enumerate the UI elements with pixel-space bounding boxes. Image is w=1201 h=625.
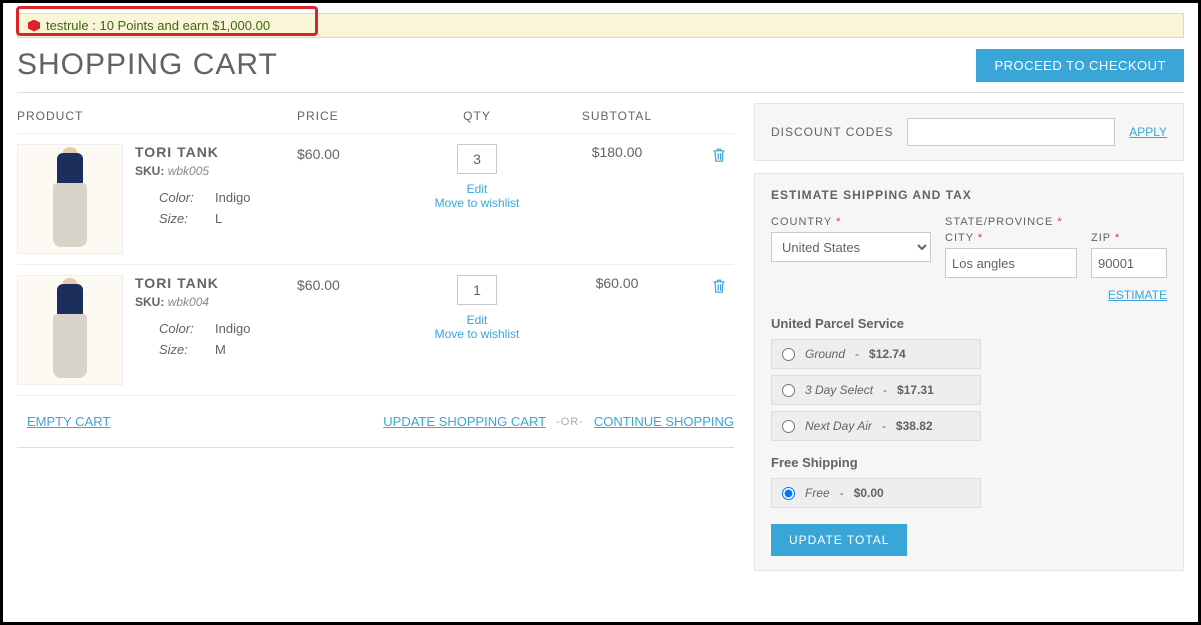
update-cart-link[interactable]: UPDATE SHOPPING CART xyxy=(383,414,546,429)
item-subtotal: $60.00 xyxy=(547,275,687,291)
divider xyxy=(17,92,1184,93)
col-product: PRODUCT xyxy=(17,109,297,123)
sku-label: SKU: xyxy=(135,164,164,178)
ship-option[interactable]: Ground - $12.74 xyxy=(771,339,981,369)
shipping-title: ESTIMATE SHIPPING AND TAX xyxy=(771,188,1167,202)
cart-actions-bar: EMPTY CART UPDATE SHOPPING CART -OR- CON… xyxy=(17,396,734,448)
city-label: CITY xyxy=(945,232,974,244)
shipping-panel: ESTIMATE SHIPPING AND TAX COUNTRY * Unit… xyxy=(754,173,1184,571)
edit-link[interactable]: Edit xyxy=(467,182,488,196)
apply-discount-link[interactable]: APPLY xyxy=(1129,125,1167,139)
size-label: Size: xyxy=(159,211,205,226)
product-image[interactable] xyxy=(17,144,123,254)
ship-radio[interactable] xyxy=(782,384,795,397)
color-label: Color: xyxy=(159,190,205,205)
move-wishlist-link[interactable]: Move to wishlist xyxy=(435,327,520,341)
edit-link[interactable]: Edit xyxy=(467,313,488,327)
proceed-checkout-button[interactable]: PROCEED TO CHECKOUT xyxy=(976,49,1184,82)
qty-input[interactable] xyxy=(457,144,497,174)
size-value: L xyxy=(215,211,222,226)
move-wishlist-link[interactable]: Move to wishlist xyxy=(435,196,520,210)
item-price: $60.00 xyxy=(297,275,407,293)
state-label: STATE/PROVINCE xyxy=(945,216,1053,228)
ship-group-title: United Parcel Service xyxy=(771,316,1167,331)
discount-input[interactable] xyxy=(907,118,1115,146)
page-title: SHOPPING CART xyxy=(17,48,278,82)
col-subtotal: SUBTOTAL xyxy=(547,109,687,123)
ship-option[interactable]: 3 Day Select - $17.31 xyxy=(771,375,981,405)
estimate-link[interactable]: ESTIMATE xyxy=(1108,288,1167,302)
trash-icon[interactable] xyxy=(711,277,727,295)
sku-value: wbk005 xyxy=(168,164,209,178)
color-value: Indigo xyxy=(215,321,250,336)
col-price: PRICE xyxy=(297,109,407,123)
zip-input[interactable] xyxy=(1091,248,1167,278)
country-label: COUNTRY xyxy=(771,216,832,228)
discount-label: DISCOUNT CODES xyxy=(771,125,893,139)
size-label: Size: xyxy=(159,342,205,357)
zip-label: ZIP xyxy=(1091,232,1111,244)
country-select[interactable]: United States xyxy=(771,232,931,262)
item-subtotal: $180.00 xyxy=(547,144,687,160)
product-name[interactable]: TORI TANK xyxy=(135,144,250,160)
qty-input[interactable] xyxy=(457,275,497,305)
color-value: Indigo xyxy=(215,190,250,205)
cart-item-row: TORI TANK SKU: wbk005 Color: Indigo Size… xyxy=(17,134,734,265)
continue-shopping-link[interactable]: CONTINUE SHOPPING xyxy=(594,414,734,429)
ship-radio[interactable] xyxy=(782,420,795,433)
ship-option[interactable]: Next Day Air - $38.82 xyxy=(771,411,981,441)
product-name[interactable]: TORI TANK xyxy=(135,275,250,291)
or-text: -OR- xyxy=(556,416,584,428)
ship-radio[interactable] xyxy=(782,487,795,500)
city-input[interactable] xyxy=(945,248,1077,278)
sku-label: SKU: xyxy=(135,295,164,309)
color-label: Color: xyxy=(159,321,205,336)
cart-header-row: PRODUCT PRICE QTY SUBTOTAL xyxy=(17,103,734,134)
size-value: M xyxy=(215,342,226,357)
update-total-button[interactable]: UPDATE TOTAL xyxy=(771,524,907,556)
product-image[interactable] xyxy=(17,275,123,385)
ship-option[interactable]: Free - $0.00 xyxy=(771,478,981,508)
empty-cart-link[interactable]: EMPTY CART xyxy=(27,414,110,429)
cart-item-row: TORI TANK SKU: wbk004 Color: Indigo Size… xyxy=(17,265,734,396)
highlight-box xyxy=(16,6,318,36)
ship-group-title: Free Shipping xyxy=(771,455,1167,470)
ship-radio[interactable] xyxy=(782,348,795,361)
discount-panel: DISCOUNT CODES APPLY xyxy=(754,103,1184,161)
item-price: $60.00 xyxy=(297,144,407,162)
col-qty: QTY xyxy=(407,109,547,123)
sku-value: wbk004 xyxy=(168,295,209,309)
trash-icon[interactable] xyxy=(711,146,727,164)
